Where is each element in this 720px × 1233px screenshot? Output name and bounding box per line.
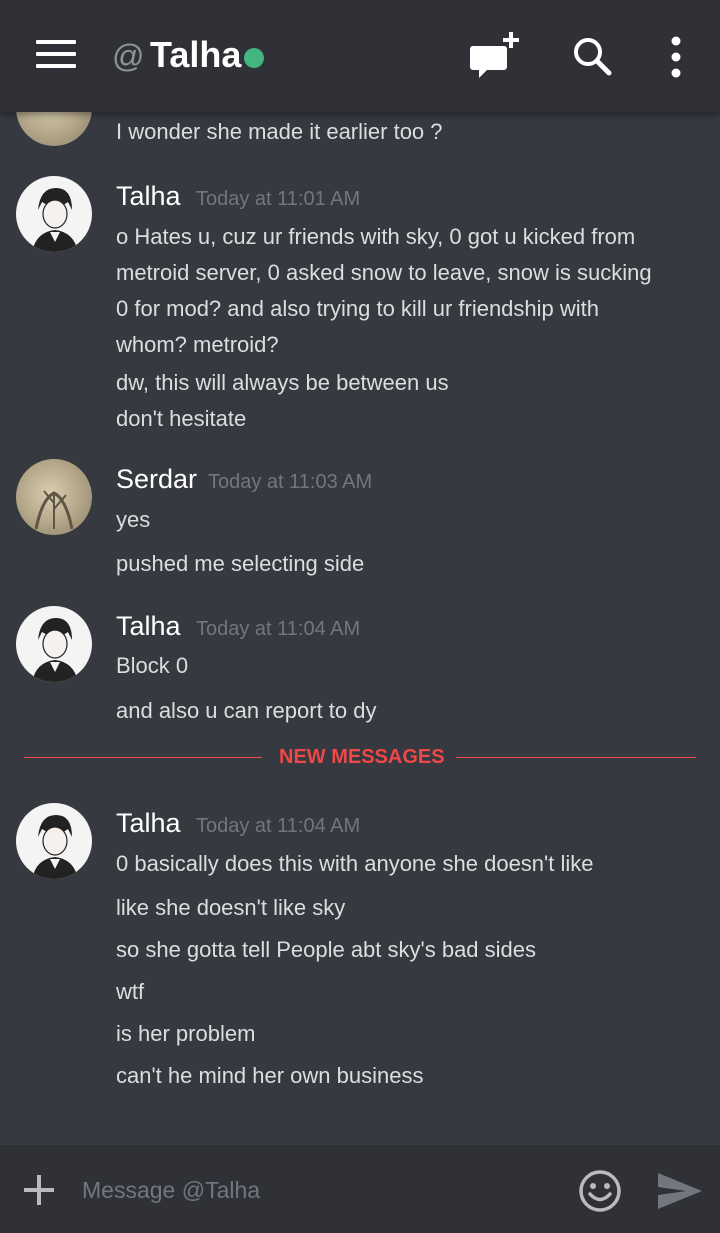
message-line: can't he mind her own business	[116, 1063, 424, 1088]
top-bar: @ Talha	[0, 0, 720, 112]
send-icon[interactable]	[656, 1171, 704, 1211]
message-line: Block 0	[116, 653, 189, 678]
message-line: whom? metroid?	[116, 332, 279, 357]
message-author[interactable]: Serdar	[116, 464, 197, 495]
message-line: is her problem	[116, 1021, 256, 1046]
message-line: yes	[116, 507, 151, 532]
menu-icon[interactable]	[36, 40, 76, 72]
avatar-talha[interactable]	[16, 803, 92, 879]
search-icon[interactable]	[572, 36, 612, 76]
message-line: 0 for mod? and also trying to kill ur fr…	[116, 296, 600, 321]
add-attachment-icon[interactable]	[24, 1175, 54, 1205]
message-author[interactable]: Talha	[116, 181, 181, 212]
channel-title: Talha	[150, 34, 242, 75]
new-messages-divider-line	[24, 757, 262, 758]
message-line: o Hates u, cuz ur friends with sky, 0 go…	[116, 224, 636, 249]
online-status-indicator	[244, 48, 264, 68]
message-line: pushed me selecting side	[116, 551, 365, 576]
message-list[interactable]: I wonder she made it earlier too ? Talha…	[0, 112, 720, 1146]
message-input[interactable]	[80, 1169, 564, 1211]
message-line: wtf	[116, 979, 145, 1004]
message-author[interactable]: Talha	[116, 808, 181, 839]
message-line: so she gotta tell People abt sky's bad s…	[116, 937, 537, 962]
new-messages-divider-label: NEW MESSAGES	[279, 746, 445, 768]
message-author[interactable]: Talha	[116, 611, 181, 642]
message-timestamp: Today at 11:04 AM	[196, 618, 361, 640]
message-timestamp: Today at 11:04 AM	[196, 815, 361, 837]
message-timestamp: Today at 11:01 AM	[196, 188, 361, 210]
avatar-serdar[interactable]	[16, 112, 92, 146]
at-icon: @	[112, 38, 145, 74]
new-dm-icon[interactable]	[470, 32, 524, 82]
emoji-icon[interactable]	[578, 1169, 622, 1213]
message-line: don't hesitate	[116, 406, 247, 431]
avatar-talha[interactable]	[16, 606, 92, 682]
message-line: dw, this will always be between us	[116, 370, 449, 395]
message-composer	[0, 1146, 720, 1233]
avatar-talha[interactable]	[16, 176, 92, 252]
message-line: I wonder she made it earlier too ?	[116, 119, 443, 144]
more-icon[interactable]	[664, 36, 688, 78]
message-timestamp: Today at 11:03 AM	[208, 471, 373, 493]
message-line: metroid server, 0 asked snow to leave, s…	[116, 260, 652, 285]
message-line: 0 basically does this with anyone she do…	[116, 851, 594, 876]
message-line: and also u can report to dy	[116, 698, 377, 723]
avatar-serdar[interactable]	[16, 459, 92, 535]
message-line: like she doesn't like sky	[116, 895, 346, 920]
new-messages-divider-line	[456, 757, 696, 758]
